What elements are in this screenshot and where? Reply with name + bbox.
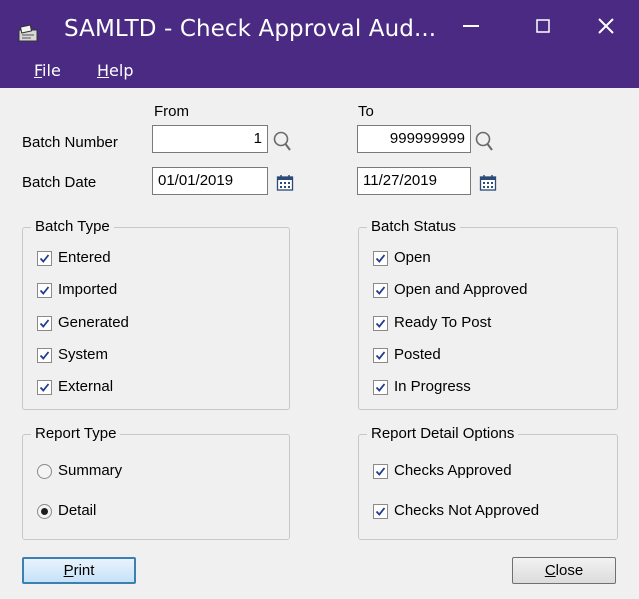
checkmark-icon [39, 383, 50, 392]
checkmark-icon [375, 254, 386, 263]
title-bar[interactable]: SAMLTD - Check Approval Aud... [0, 0, 639, 52]
checkbox-box[interactable] [373, 464, 388, 479]
maximize-button[interactable] [515, 0, 571, 52]
checkmark-icon [375, 286, 386, 295]
menu-file[interactable]: File [34, 61, 61, 80]
checkmark-icon [375, 319, 386, 328]
checkbox-box[interactable] [37, 316, 52, 331]
batch-date-from-input[interactable]: 01/01/2019 [152, 167, 268, 195]
batch-number-to-input[interactable]: 999999999 [357, 125, 471, 153]
batch-number-label: Batch Number [22, 134, 118, 151]
checkbox-box[interactable] [373, 380, 388, 395]
minimize-icon [463, 25, 479, 27]
report-detail-options-group: Report Detail Options Checks Approved Ch… [358, 425, 618, 540]
checkmark-icon [39, 254, 50, 263]
app-window: SAMLTD - Check Approval Aud... File Help… [0, 0, 639, 599]
from-header: From [154, 103, 189, 120]
checkbox-box[interactable] [37, 251, 52, 266]
checkbox-box[interactable] [373, 316, 388, 331]
checkbox-label: Generated [58, 314, 129, 331]
app-icon [18, 24, 38, 42]
checkmark-icon [375, 383, 386, 392]
radio-label: Summary [58, 462, 123, 479]
checkbox-label: Ready To Post [394, 314, 492, 331]
checkmark-icon [375, 507, 386, 516]
report-type-group: Report Type Summary Detail [22, 425, 290, 540]
batch-type-group: Batch Type Entered Imported Generated Sy… [22, 218, 290, 410]
search-icon[interactable] [272, 130, 294, 154]
batch-type-title: Batch Type [31, 218, 114, 235]
checkmark-icon [39, 351, 50, 360]
report-type-title: Report Type [31, 425, 121, 442]
checkmark-icon [375, 467, 386, 476]
checkbox-box[interactable] [373, 283, 388, 298]
radio-button[interactable] [37, 504, 52, 519]
checkbox-label: Checks Approved [394, 462, 512, 479]
checkbox-label: External [58, 378, 114, 395]
checkmark-icon [39, 286, 50, 295]
checkbox-box[interactable] [37, 380, 52, 395]
checkbox-box[interactable] [373, 504, 388, 519]
checkbox-label: Open and Approved [394, 281, 528, 298]
menu-bar: File Help [0, 52, 639, 88]
radio-label: Detail [58, 502, 97, 519]
close-button[interactable]: Close [512, 557, 616, 584]
search-icon[interactable] [474, 130, 496, 154]
batch-number-from-input[interactable]: 1 [152, 125, 268, 153]
checkbox-label: In Progress [394, 378, 471, 395]
calendar-icon[interactable] [276, 174, 294, 192]
checkbox-label: Imported [58, 281, 118, 298]
to-header: To [358, 103, 374, 120]
batch-date-to-input[interactable]: 11/27/2019 [357, 167, 471, 195]
maximize-icon [536, 19, 550, 33]
checkbox-box[interactable] [37, 348, 52, 363]
batch-date-label: Batch Date [22, 174, 97, 191]
checkbox-box[interactable] [373, 251, 388, 266]
checkmark-icon [375, 351, 386, 360]
minimize-button[interactable] [443, 0, 499, 52]
checkbox-label: System [58, 346, 109, 363]
print-button[interactable]: Print [22, 557, 136, 584]
checkbox-box[interactable] [37, 283, 52, 298]
checkbox-box[interactable] [373, 348, 388, 363]
batch-status-title: Batch Status [367, 218, 461, 235]
checkmark-icon [39, 319, 50, 328]
radio-button[interactable] [37, 464, 52, 479]
menu-help[interactable]: Help [97, 61, 133, 80]
calendar-icon[interactable] [479, 174, 497, 192]
checkbox-label: Checks Not Approved [394, 502, 540, 519]
checkbox-label: Entered [58, 249, 111, 266]
report-detail-options-title: Report Detail Options [367, 425, 519, 442]
checkbox-label: Posted [394, 346, 441, 363]
window-title: SAMLTD - Check Approval Aud... [64, 16, 437, 42]
close-icon [598, 18, 614, 34]
checkbox-label: Open [394, 249, 431, 266]
close-window-button[interactable] [578, 0, 634, 52]
batch-status-group: Batch Status Open Open and Approved Read… [358, 218, 618, 410]
